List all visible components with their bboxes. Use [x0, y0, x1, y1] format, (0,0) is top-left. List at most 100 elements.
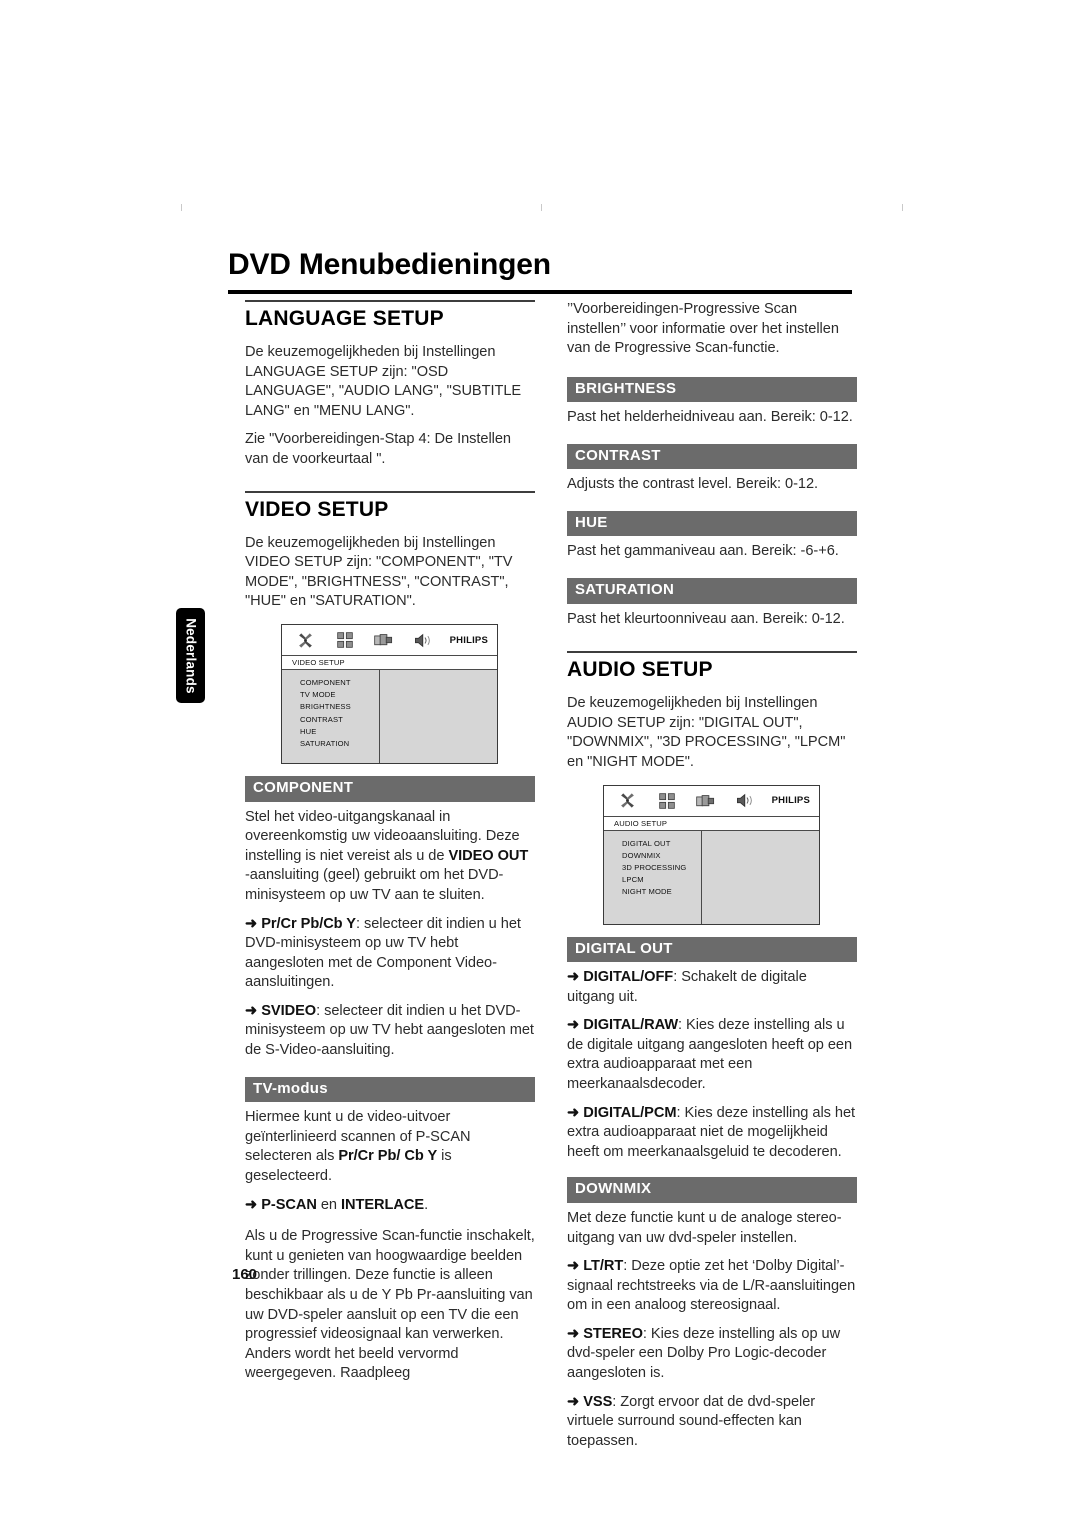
downmix-option-vss-label: VSS — [583, 1393, 613, 1410]
philips-logo: PHILIPS — [771, 795, 810, 807]
tv-modus-subheading: TV-modus — [245, 1076, 535, 1103]
video-setup-rule — [245, 490, 535, 493]
osd-caption: AUDIO SETUP — [604, 816, 819, 831]
tv-modus-option-interlace: INTERLACE — [341, 1196, 425, 1213]
osd-menu-item[interactable]: SATURATION — [300, 738, 379, 750]
language-setup-rule — [245, 300, 535, 302]
grid-squares-icon — [332, 629, 357, 651]
osd-menu-item[interactable]: DIGITAL OUT — [622, 838, 701, 850]
osd-icon-bar: PHILIPS — [604, 785, 819, 817]
osd-menu-item[interactable]: LPCM — [622, 874, 701, 886]
arrow-bullet-icon: ➜ — [567, 1393, 580, 1410]
audio-setup-paragraph-1: De keuzemogelijkheden bij Instellingen A… — [567, 695, 846, 770]
audio-setup-heading: AUDIO SETUP — [567, 658, 713, 682]
osd-icon-bar: PHILIPS — [282, 625, 497, 657]
video-device-icon — [693, 790, 718, 812]
page-number: 160 — [232, 1266, 258, 1283]
osd-body: DIGITAL OUT DOWNMIX 3D PROCESSING LPCM N… — [604, 830, 819, 924]
component-paragraph-1: Stel het video-uitgangskanaal in overeen… — [245, 808, 535, 906]
arrow-bullet-icon: ➜ — [567, 1258, 580, 1275]
digital-out-subheading: DIGITAL OUT — [567, 936, 857, 963]
digital-out-option-pcm: ➜ DIGITAL/PCM: Kies deze instelling als … — [567, 1104, 857, 1163]
tv-modus-option-sep: en — [316, 1196, 342, 1213]
brightness-subheading: BRIGHTNESS — [567, 376, 857, 403]
language-side-tab-label: Nederlands — [183, 617, 198, 694]
downmix-option-ltrt: ➜ LT/RT: Deze optie zet het ‘Dolby Digit… — [567, 1257, 857, 1316]
crop-mark-left — [181, 204, 182, 211]
video-setup-heading: VIDEO SETUP — [245, 497, 389, 521]
osd-menu-list: COMPONENT TV MODE BRIGHTNESS CONTRAST HU… — [282, 670, 380, 764]
osd-menu-item[interactable]: COMPONENT — [300, 677, 379, 689]
digital-out-option-off-label: DIGITAL/OFF — [583, 969, 674, 986]
crop-mark-center — [541, 204, 542, 211]
grid-squares-icon — [654, 790, 679, 812]
video-device-icon — [371, 629, 396, 651]
downmix-option-stereo: ➜ STEREO: Kies deze instelling als op uw… — [567, 1325, 857, 1384]
osd-value-pane — [380, 670, 497, 763]
osd-value-pane — [702, 831, 819, 924]
osd-menu-item[interactable]: BRIGHTNESS — [300, 701, 379, 713]
tv-modus-paragraph-1: Hiermee kunt u de video-uitvoer geïnterl… — [245, 1108, 535, 1186]
audio-setup-rule — [567, 651, 857, 654]
manual-page: DVD Menubedieningen Nederlands LANGUAGE … — [0, 0, 1080, 1528]
osd-menu-item[interactable]: 3D PROCESSING — [622, 862, 701, 874]
arrow-bullet-icon: ➜ — [245, 915, 258, 932]
digital-out-option-raw: ➜ DIGITAL/RAW: Kies deze instelling als … — [567, 1016, 857, 1094]
osd-menu-item[interactable]: HUE — [300, 726, 379, 738]
crop-mark-right — [902, 204, 903, 211]
osd-menu-item[interactable]: DOWNMIX — [622, 850, 701, 862]
arrow-bullet-icon: ➜ — [245, 1002, 258, 1019]
contrast-text: Adjusts the contrast level. Bereik: 0-12… — [567, 476, 819, 493]
tv-modus-options: ➜ P-SCAN en INTERLACE. — [245, 1196, 535, 1216]
left-column: LANGUAGE SETUP De keuzemogelijkheden bij… — [245, 300, 535, 1393]
component-option-prcr: ➜ Pr/Cr Pb/Cb Y: selecteer dit indien u … — [245, 915, 535, 993]
language-setup-heading: LANGUAGE SETUP — [245, 307, 444, 330]
tv-modus-paragraph-3: Als u de Progressive Scan-functie inscha… — [245, 1228, 535, 1382]
speaker-icon — [410, 629, 435, 651]
component-option-prcr-label: Pr/Cr Pb/Cb Y — [261, 915, 356, 932]
contrast-subheading: CONTRAST — [567, 443, 857, 470]
tv-modus-option-pscan: P-SCAN — [261, 1196, 317, 1213]
arrow-bullet-icon: ➜ — [567, 1325, 580, 1342]
tools-icon — [293, 629, 318, 651]
component-subheading: COMPONENT — [245, 776, 535, 802]
osd-menu-item[interactable]: TV MODE — [300, 689, 379, 701]
downmix-paragraph-1: Met deze functie kunt u de analoge stere… — [567, 1209, 842, 1246]
philips-logo: PHILIPS — [449, 634, 488, 646]
component-option-svideo-label: SVIDEO — [261, 1002, 317, 1019]
osd-menu-item[interactable]: CONTRAST — [300, 714, 379, 726]
component-p1-bold: VIDEO OUT — [448, 847, 529, 864]
digital-out-option-pcm-label: DIGITAL/PCM — [583, 1104, 677, 1121]
speaker-icon — [732, 790, 757, 812]
tv-modus-option-end: . — [424, 1196, 429, 1213]
osd-menu-item[interactable]: NIGHT MODE — [622, 886, 701, 898]
video-setup-osd-screenshot: PHILIPS VIDEO SETUP COMPONENT TV MODE BR… — [281, 624, 498, 765]
arrow-bullet-icon: ➜ — [567, 1017, 580, 1034]
saturation-text: Past het kleurtoonniveau aan. Bereik: 0-… — [567, 610, 845, 627]
osd-menu-list: DIGITAL OUT DOWNMIX 3D PROCESSING LPCM N… — [604, 830, 702, 924]
component-p1-c: -aansluiting (geel) gebruikt om het DVD-… — [245, 867, 504, 903]
brightness-text: Past het helderheidniveau aan. Bereik: 0… — [567, 409, 853, 426]
page-title: DVD Menubedieningen — [228, 248, 551, 281]
arrow-bullet-icon: ➜ — [245, 1196, 258, 1213]
right-column: ’’Voorbereidingen-Progressive Scan inste… — [567, 300, 857, 1460]
downmix-option-vss: ➜ VSS: Zorgt ervoor dat de dvd-speler vi… — [567, 1393, 857, 1452]
saturation-subheading: SATURATION — [567, 578, 857, 604]
video-setup-paragraph-1: De keuzemogelijkheden bij Instellingen V… — [245, 534, 513, 610]
osd-body: COMPONENT TV MODE BRIGHTNESS CONTRAST HU… — [282, 670, 497, 764]
tools-icon — [615, 790, 640, 812]
language-setup-paragraph-2: Zie "Voorbereidingen-Stap 4: De Instelle… — [245, 431, 511, 468]
downmix-subheading: DOWNMIX — [567, 1177, 857, 1203]
language-side-tab: Nederlands — [176, 608, 205, 703]
progressive-scan-continuation: ’’Voorbereidingen-Progressive Scan inste… — [567, 301, 839, 357]
component-option-svideo: ➜ SVIDEO: selecteer dit indien u het DVD… — [245, 1002, 535, 1061]
language-setup-paragraph-1: De keuzemogelijkheden bij Instellingen L… — [245, 344, 522, 419]
digital-out-option-off: ➜ DIGITAL/OFF: Schakelt de digitale uitg… — [567, 968, 857, 1007]
arrow-bullet-icon: ➜ — [567, 969, 580, 986]
title-divider — [228, 290, 852, 294]
hue-subheading: HUE — [567, 510, 857, 537]
arrow-bullet-icon: ➜ — [567, 1104, 580, 1121]
downmix-option-stereo-label: STEREO — [583, 1325, 643, 1342]
downmix-option-ltrt-label: LT/RT — [583, 1258, 624, 1275]
osd-caption: VIDEO SETUP — [282, 656, 497, 671]
